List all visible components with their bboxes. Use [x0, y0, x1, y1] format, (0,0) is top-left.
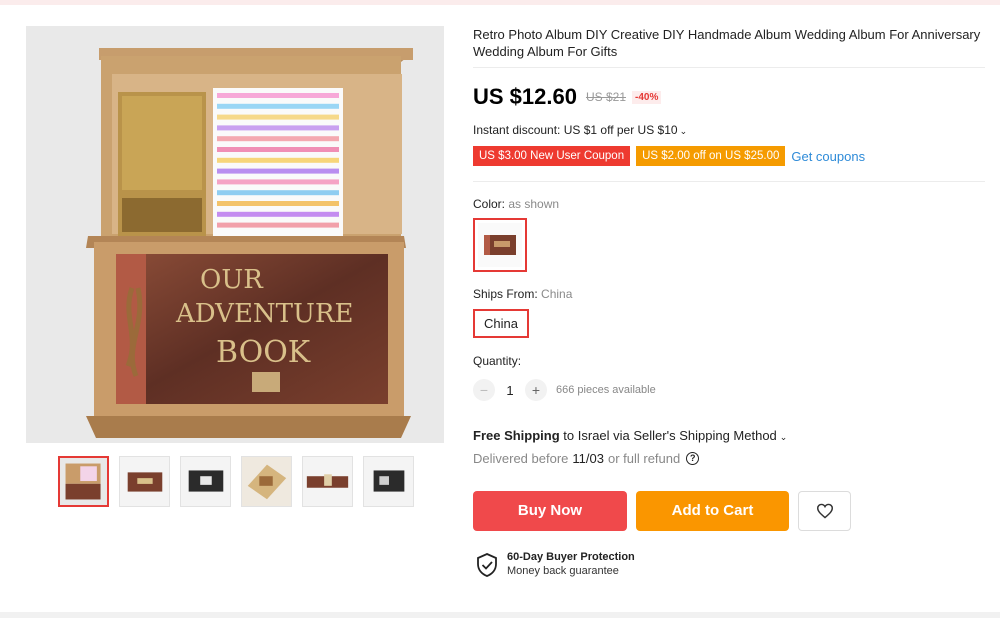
chevron-down-icon: ⌄: [779, 432, 788, 442]
color-option-as-shown[interactable]: [473, 218, 527, 272]
price-row: US $12.60 US $21 -40%: [473, 84, 662, 110]
color-value: as shown: [508, 197, 560, 211]
discount-badge: -40%: [632, 90, 662, 104]
top-divider: [0, 0, 1000, 5]
ships-from-value: China: [541, 287, 573, 301]
buyer-protection: 60-Day Buyer Protection Money back guara…: [476, 550, 635, 579]
color-label-text: Color:: [473, 197, 506, 211]
get-coupons-link[interactable]: Get coupons: [791, 149, 865, 164]
quantity-increase-button[interactable]: +: [525, 379, 547, 401]
thumbnail-strip: [58, 456, 414, 507]
coupons-row: US $3.00 New User Coupon US $2.00 off on…: [473, 146, 865, 166]
ships-from-option-china[interactable]: China: [473, 309, 529, 338]
protection-title: 60-Day Buyer Protection: [507, 551, 635, 563]
thumbnail-6[interactable]: [363, 456, 414, 507]
protection-subtitle: Money back guarantee: [507, 565, 619, 577]
quantity-decrease-button[interactable]: −: [473, 379, 495, 401]
free-shipping-label: Free Shipping: [473, 428, 560, 443]
main-product-image[interactable]: OUR ADVENTURE BOOK: [26, 26, 444, 443]
quantity-input[interactable]: 1: [495, 383, 525, 398]
bottom-divider: [0, 612, 1000, 618]
heart-icon: [816, 503, 833, 519]
current-price: US $12.60: [473, 84, 577, 109]
buy-now-button[interactable]: Buy Now: [473, 491, 627, 531]
thumbnail-3[interactable]: [180, 456, 231, 507]
thumbnail-2[interactable]: [119, 456, 170, 507]
book-cover-text-line2: ADVENTURE: [175, 299, 353, 329]
shield-check-icon: [477, 552, 497, 577]
delivered-date: 11/03: [572, 451, 604, 466]
book-cover-text-line3: BOOK: [216, 335, 311, 370]
store-coupon[interactable]: US $2.00 off on US $25.00: [636, 146, 786, 166]
quantity-label: Quantity:: [473, 354, 522, 368]
pieces-available: 666 pieces available: [556, 384, 656, 396]
divider: [473, 67, 985, 68]
wishlist-button[interactable]: [798, 491, 851, 531]
product-title: Retro Photo Album DIY Creative DIY Handm…: [473, 27, 981, 59]
divider: [473, 181, 985, 182]
thumbnail-4[interactable]: [241, 456, 292, 507]
new-user-coupon[interactable]: US $3.00 New User Coupon: [473, 146, 631, 166]
thumbnail-1[interactable]: [58, 456, 109, 507]
color-label: Color: as shown: [473, 197, 559, 211]
shipping-details: to Israel via Seller's Shipping Method: [563, 428, 777, 443]
instant-discount[interactable]: Instant discount: US $1 off per US $10 ⌄: [473, 123, 687, 137]
chevron-down-icon: ⌄: [679, 126, 688, 136]
delivered-prefix: Delivered before: [473, 451, 569, 466]
add-to-cart-button[interactable]: Add to Cart: [636, 491, 789, 531]
delivered-suffix: or full refund: [607, 451, 681, 466]
book-cover-text-line1: OUR: [200, 265, 264, 295]
ships-from-label-text: Ships From:: [473, 287, 538, 301]
quantity-stepper: − 1 + 666 pieces available: [473, 379, 656, 401]
thumbnail-5[interactable]: [302, 456, 353, 507]
shipping-method[interactable]: Free Shipping to Israel via Seller's Shi…: [473, 428, 787, 443]
delivery-estimate: Delivered before 11/03 or full refund ?: [473, 451, 700, 466]
original-price: US $21: [585, 90, 626, 104]
ships-from-label: Ships From: China: [473, 287, 572, 301]
instant-discount-label: Instant discount: US $1 off per US $10: [473, 123, 678, 137]
question-circle-icon[interactable]: ?: [686, 452, 700, 465]
